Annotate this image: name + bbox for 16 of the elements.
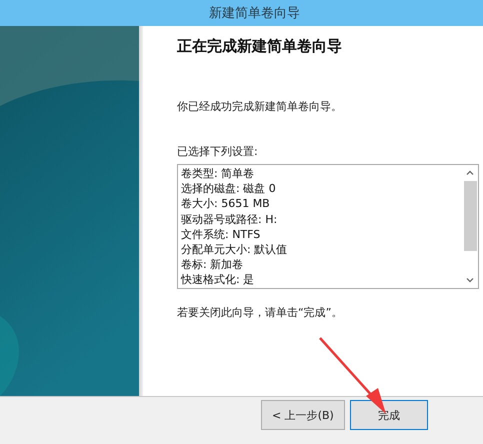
settings-item: 卷大小: 5651 MB	[181, 196, 271, 212]
settings-list[interactable]: 卷类型: 简单卷 选择的磁盘: 磁盘 0 卷大小: 5651 MB 驱动器号或路径: H: 文件系统: NTFS 分配单元大小: 默认值 卷标: 新加卷 快速格式化: 是	[177, 164, 479, 289]
settings-label: 已选择下列设置:	[177, 145, 259, 159]
wizard-heading: 正在完成新建简单卷向导	[177, 36, 343, 56]
closing-hint: 若要关闭此向导，请单击“完成”。	[177, 306, 344, 320]
settings-item: 卷类型: 简单卷	[181, 166, 256, 182]
success-message: 你已经成功完成新建简单卷向导。	[177, 100, 343, 114]
settings-item: 卷标: 新加卷	[181, 257, 244, 272]
scrollbar-thumb[interactable]	[464, 181, 476, 251]
settings-item: 文件系统: NTFS	[181, 226, 262, 242]
window-title: 新建简单卷向导	[209, 5, 300, 22]
settings-item: 选择的磁盘: 磁盘 0	[181, 181, 277, 196]
settings-item: 快速格式化: 是	[181, 272, 256, 288]
settings-item: 驱动器号或路径: H:	[181, 212, 278, 227]
back-button[interactable]: < 上一步(B)	[261, 400, 345, 430]
settings-item: 分配单元大小: 默认值	[181, 242, 288, 258]
